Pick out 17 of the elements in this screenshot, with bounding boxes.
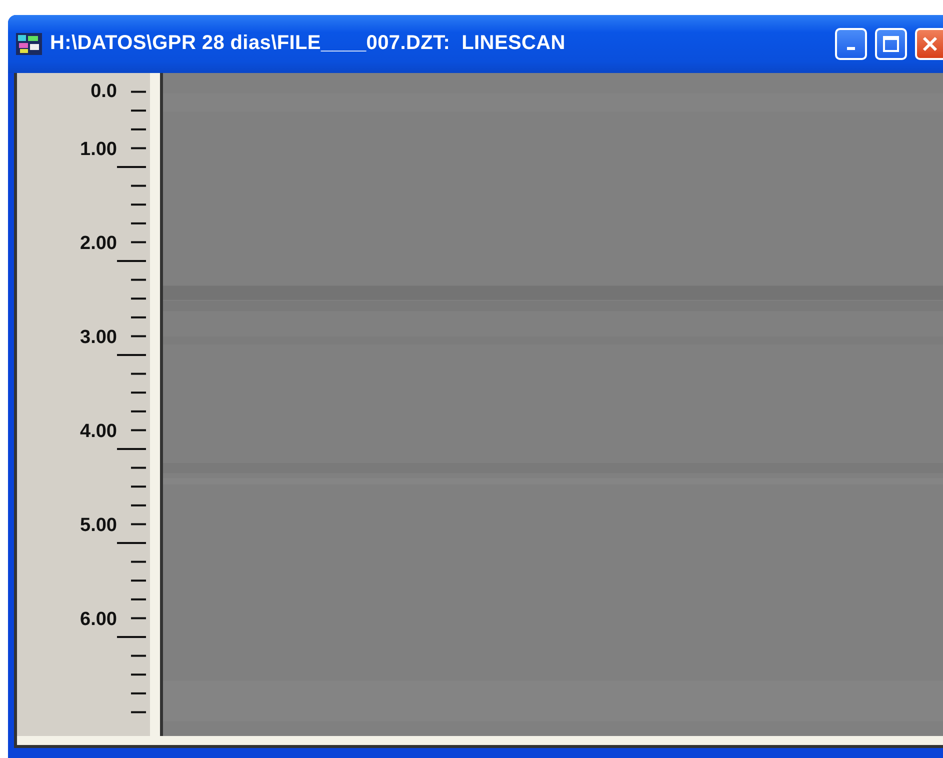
minimize-button[interactable] (835, 28, 867, 60)
close-button[interactable] (915, 28, 943, 60)
depth-label: 5.00 (80, 514, 117, 536)
splitter-bar[interactable] (150, 72, 163, 736)
window-title: H:\DATOS\GPR 28 dias\FILE____007.DZT: LINESCAN (50, 32, 566, 56)
maximize-icon (882, 34, 900, 53)
splitter-bar[interactable] (17, 736, 943, 748)
depth-label: 6.00 (80, 608, 117, 630)
depth-label: 3.00 (80, 326, 117, 348)
depth-label: 1.00 (80, 138, 117, 160)
close-icon (921, 34, 939, 53)
maximize-button[interactable] (875, 28, 907, 60)
depth-label: 0.0 (90, 80, 117, 102)
minimize-icon (847, 47, 855, 50)
depth-label: 2.00 (80, 232, 117, 254)
app-icon (16, 32, 42, 55)
depth-label: 4.00 (80, 420, 117, 442)
